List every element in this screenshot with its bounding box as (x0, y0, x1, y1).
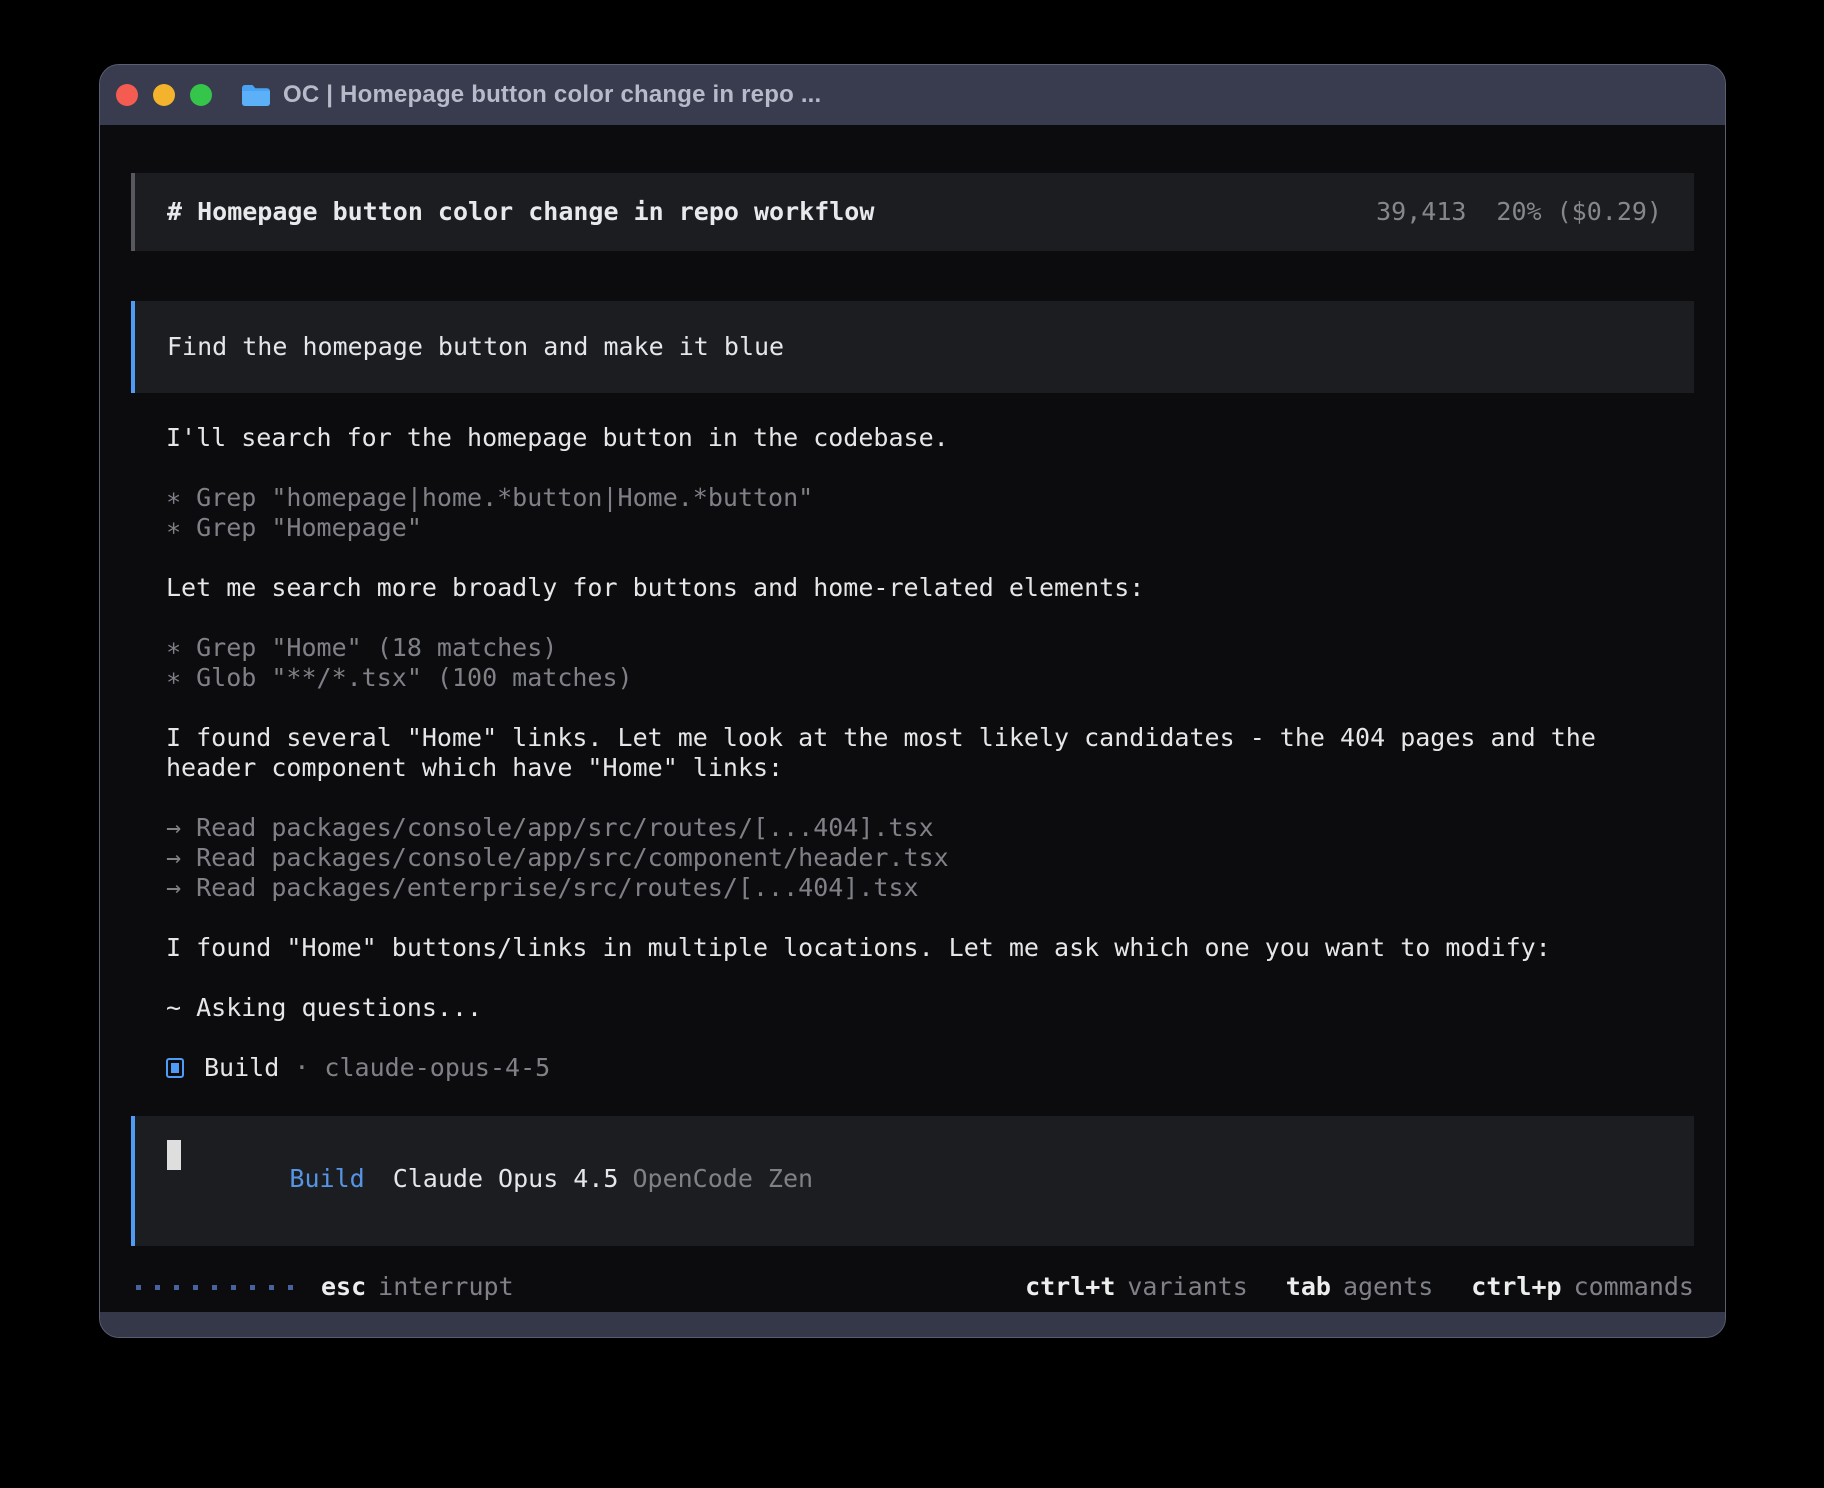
blank-line (166, 903, 1694, 933)
terminal-content: # Homepage button color change in repo w… (100, 125, 1725, 1312)
zoom-button[interactable] (190, 84, 212, 106)
hint-label: commands (1574, 1272, 1694, 1301)
window-titlebar[interactable]: OC | Homepage button color change in rep… (100, 65, 1725, 125)
text-segment: I found "Home" buttons/links in multiple… (166, 933, 1551, 963)
token-count: 39,413 (1376, 197, 1466, 226)
text-segment: header component which have "Home" links… (166, 753, 783, 783)
spinner-dot (155, 1285, 160, 1290)
hint-key: ctrl+t (1025, 1272, 1115, 1301)
assistant-output-line: Let me search more broadly for buttons a… (166, 573, 1694, 603)
context-cost: 20% ($0.29) (1496, 197, 1662, 226)
text-segment: → Read packages/console/app/src/routes/[… (166, 813, 934, 843)
spinner-dot (231, 1285, 236, 1290)
text-segment: Let me search more broadly for buttons a… (166, 573, 1144, 603)
blank-line (166, 453, 1694, 483)
text-segment: ∗ Grep "Home" (18 matches) (166, 633, 557, 663)
assistant-output-line: ∗ Glob "**/*.tsx" (100 matches) (166, 663, 1694, 693)
blank-line (166, 963, 1694, 993)
assistant-output-line: → Read packages/console/app/src/componen… (166, 843, 1694, 873)
text-segment: I'll search for the homepage button in t… (166, 423, 949, 453)
hint-key: tab (1286, 1272, 1331, 1301)
provider-label: OpenCode Zen (632, 1164, 813, 1193)
esc-key-hint: esc (321, 1272, 366, 1302)
hint-label: agents (1343, 1272, 1433, 1301)
spinner-dot (174, 1285, 179, 1290)
text-segment: ∗ Glob "**/*.tsx" (100 matches) (166, 663, 633, 693)
spinner-dot (269, 1285, 274, 1290)
blank-line (166, 783, 1694, 813)
assistant-output-line: → Read packages/console/app/src/routes/[… (166, 813, 1694, 843)
blank-line (166, 603, 1694, 633)
assistant-output-line: → Read packages/enterprise/src/routes/[.… (166, 873, 1694, 903)
text-segment: ∗ Grep "homepage|home.*button|Home.*butt… (166, 483, 813, 513)
assistant-output-line: ∗ Grep "homepage|home.*button|Home.*butt… (166, 483, 1694, 513)
text-segment: → Read packages/console/app/src/componen… (166, 843, 949, 873)
agent-status-line: Build · claude-opus-4-5 (166, 1053, 1694, 1083)
text-segment: ~ Asking questions... (166, 993, 482, 1023)
blank-line (166, 1023, 1694, 1053)
keyboard-hint-agents: tab agents (1286, 1272, 1433, 1302)
assistant-output-line: ~ Asking questions... (166, 993, 1694, 1023)
traffic-lights (116, 84, 212, 106)
spinner-dot (136, 1285, 141, 1290)
esc-key-label: interrupt (378, 1272, 513, 1302)
assistant-output-line: header component which have "Home" links… (166, 753, 1694, 783)
spinner-dot (193, 1285, 198, 1290)
minimize-button[interactable] (153, 84, 175, 106)
window-title: OC | Homepage button color change in rep… (283, 81, 821, 109)
terminal-window: OC | Homepage button color change in rep… (99, 64, 1726, 1338)
agent-selector[interactable]: Build (289, 1164, 364, 1193)
model-label[interactable]: Claude Opus 4.5 (393, 1164, 619, 1193)
assistant-output-line: I'll search for the homepage button in t… (166, 423, 1694, 453)
spinner-dots (136, 1285, 293, 1290)
status-bar: esc interrupt ctrl+tvariantstabagentsctr… (131, 1272, 1694, 1302)
text-segment: → Read packages/enterprise/src/routes/[.… (166, 873, 919, 903)
conversation-log: I'll search for the homepage button in t… (131, 423, 1694, 1083)
assistant-output-line: ∗ Grep "Homepage" (166, 513, 1694, 543)
text-segment: claude-opus-4-5 (324, 1053, 550, 1083)
keyboard-hint-variants: ctrl+t variants (1025, 1272, 1248, 1302)
spinner-dot (212, 1285, 217, 1290)
session-header: # Homepage button color change in repo w… (131, 173, 1694, 251)
agent-badge-icon (166, 1058, 184, 1078)
folder-icon (240, 83, 271, 108)
status-left: esc interrupt (131, 1272, 514, 1302)
assistant-output-line: I found "Home" buttons/links in multiple… (166, 933, 1694, 963)
session-title: # Homepage button color change in repo w… (167, 197, 874, 227)
close-button[interactable] (116, 84, 138, 106)
text-segment: · (279, 1053, 324, 1083)
blank-line (166, 543, 1694, 573)
text-segment: I found several "Home" links. Let me loo… (166, 723, 1596, 753)
spinner-dot (288, 1285, 293, 1290)
user-message-text: Find the homepage button and make it blu… (167, 332, 784, 362)
blank-line (166, 693, 1694, 723)
user-message: Find the homepage button and make it blu… (131, 301, 1694, 393)
hint-key: ctrl+p (1471, 1272, 1561, 1301)
prompt-editor[interactable]: Build Claude Opus 4.5 OpenCode Zen (131, 1116, 1694, 1246)
status-right: ctrl+t variants tab agents ctrl+p commands (1025, 1272, 1694, 1302)
assistant-output-line: I found several "Home" links. Let me loo… (166, 723, 1694, 753)
session-stats: 39,413 20% ($0.29) (1256, 167, 1662, 257)
editor-status-row: Build Claude Opus 4.5 OpenCode Zen (169, 1134, 813, 1224)
text-segment: Build (204, 1053, 279, 1083)
hint-label: variants (1127, 1272, 1247, 1301)
text-segment: ∗ Grep "Homepage" (166, 513, 422, 543)
assistant-output-line: ∗ Grep "Home" (18 matches) (166, 633, 1694, 663)
spinner-dot (250, 1285, 255, 1290)
keyboard-hint-commands: ctrl+p commands (1471, 1272, 1694, 1302)
window-bottom-edge (100, 1312, 1725, 1337)
